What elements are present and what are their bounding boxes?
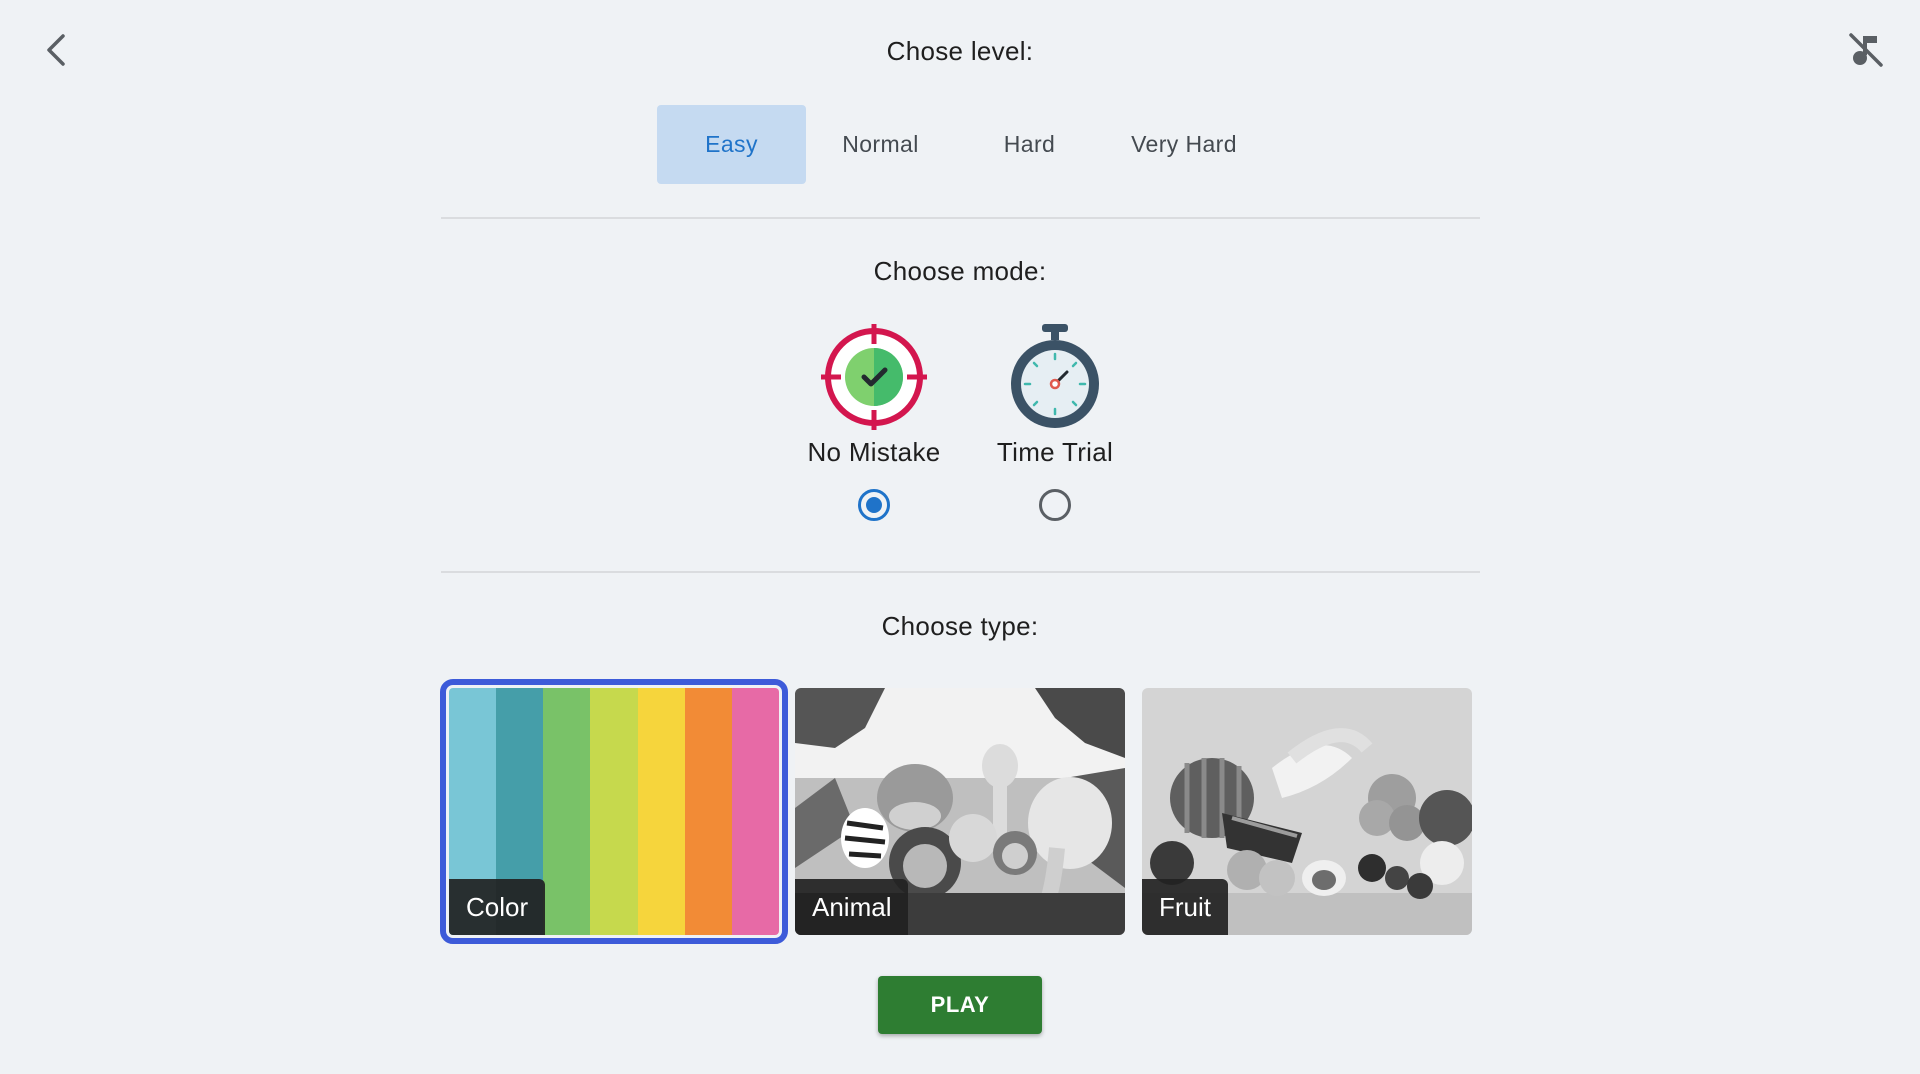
mode-time-trial[interactable]: Time Trial xyxy=(980,322,1130,468)
radio-time-trial[interactable] xyxy=(1038,488,1072,522)
mode-label: No Mistake xyxy=(807,437,941,467)
stopwatch-icon xyxy=(1011,324,1099,428)
target-check-icon xyxy=(821,324,927,430)
type-label: Fruit xyxy=(1142,879,1228,935)
radio-no-mistake[interactable] xyxy=(857,488,891,522)
tab-very-hard[interactable]: Very Hard xyxy=(1104,105,1264,184)
tab-normal[interactable]: Normal xyxy=(806,105,955,184)
type-card-color[interactable]: Color xyxy=(440,679,788,944)
mode-no-mistake[interactable]: No Mistake xyxy=(799,322,949,468)
type-label: Animal xyxy=(795,879,909,935)
type-card-animal[interactable]: Animal xyxy=(795,688,1125,935)
divider xyxy=(441,571,1480,573)
mode-title: Choose mode: xyxy=(873,256,1047,286)
type-label: Color xyxy=(449,879,546,935)
type-card-fruit[interactable]: Fruit xyxy=(1142,688,1472,935)
level-tabs: Easy Normal Hard Very Hard xyxy=(657,105,1264,184)
type-title: Choose type: xyxy=(881,611,1039,641)
tab-easy[interactable]: Easy xyxy=(657,105,806,184)
tab-hard[interactable]: Hard xyxy=(955,105,1104,184)
play-button[interactable]: PLAY xyxy=(878,976,1042,1034)
mode-label: Time Trial xyxy=(996,437,1114,467)
divider xyxy=(441,217,1480,219)
level-title: Chose level: xyxy=(886,36,1034,66)
